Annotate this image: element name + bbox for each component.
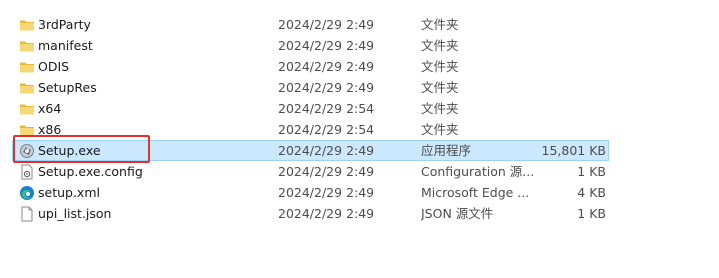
file-date-modified: 2024/2/29 2:54 [278,101,375,116]
folder-icon [19,122,35,138]
file-row[interactable]: Setup.exe.config 2024/2/29 2:49 Configurat… [12,161,609,182]
file-type: JSON 源文件 [421,206,494,221]
setup-exe-icon [19,143,35,159]
file-name: manifest [38,38,93,53]
folder-icon [19,80,35,96]
file-size: 4 KB [577,185,606,200]
folder-icon [19,101,35,117]
file-date-modified: 2024/2/29 2:49 [278,206,375,221]
file-size [533,78,606,97]
file-name: Setup.exe.config [38,164,143,179]
file-size: 1 KB [577,206,606,221]
file-date-modified: 2024/2/29 2:49 [278,38,375,53]
file-type: 文件夹 [421,122,459,137]
file-row[interactable]: 3rdParty 2024/2/29 2:49 文件夹 [12,14,609,35]
file-row[interactable]: x86 2024/2/29 2:54 文件夹 [12,119,609,140]
file-type: 文件夹 [421,59,459,74]
file-name: Setup.exe [38,143,101,158]
file-name: x64 [38,101,62,116]
edge-icon [19,185,35,201]
file-type: 文件夹 [421,17,459,32]
file-row[interactable]: ODIS 2024/2/29 2:49 文件夹 [12,56,609,77]
file-type: Microsoft Edge ... [421,185,530,200]
file-row[interactable]: setup.xml 2024/2/29 2:49 Microsoft Edge ..… [12,182,609,203]
file-size: 1 KB [577,164,606,179]
file-size [533,36,606,55]
file-name: upi_list.json [38,206,112,221]
file-name: x86 [38,122,62,137]
file-size [533,15,606,34]
file-row[interactable]: SetupRes 2024/2/29 2:49 文件夹 [12,77,609,98]
file-row[interactable]: upi_list.json 2024/2/29 2:49 JSON 源文件 1 KB [12,203,609,224]
file-date-modified: 2024/2/29 2:54 [278,122,375,137]
file-size [533,99,606,118]
file-date-modified: 2024/2/29 2:49 [278,143,375,158]
file-type: 文件夹 [421,101,459,116]
file-name: SetupRes [38,80,97,95]
file-row[interactable]: x64 2024/2/29 2:54 文件夹 [12,98,609,119]
file-date-modified: 2024/2/29 2:49 [278,59,375,74]
folder-icon [19,59,35,75]
file-name: ODIS [38,59,70,74]
file-date-modified: 2024/2/29 2:49 [278,17,375,32]
file-date-modified: 2024/2/29 2:49 [278,164,375,179]
file-row[interactable]: Setup.exe 2024/2/29 2:49 应用程序 15,801 KB [12,140,609,161]
file-type: 文件夹 [421,38,459,53]
file-date-modified: 2024/2/29 2:49 [278,80,375,95]
folder-icon [19,38,35,54]
file-name: 3rdParty [38,17,91,32]
json-file-icon [19,206,35,222]
file-type: Configuration 源... [421,164,535,179]
file-size [533,120,606,139]
file-type: 文件夹 [421,80,459,95]
file-type: 应用程序 [421,143,472,158]
config-file-icon [19,164,35,180]
file-row[interactable]: manifest 2024/2/29 2:49 文件夹 [12,35,609,56]
file-size [533,57,606,76]
folder-icon [19,17,35,33]
file-date-modified: 2024/2/29 2:49 [278,185,375,200]
file-name: setup.xml [38,185,100,200]
file-size: 15,801 KB [541,143,606,158]
